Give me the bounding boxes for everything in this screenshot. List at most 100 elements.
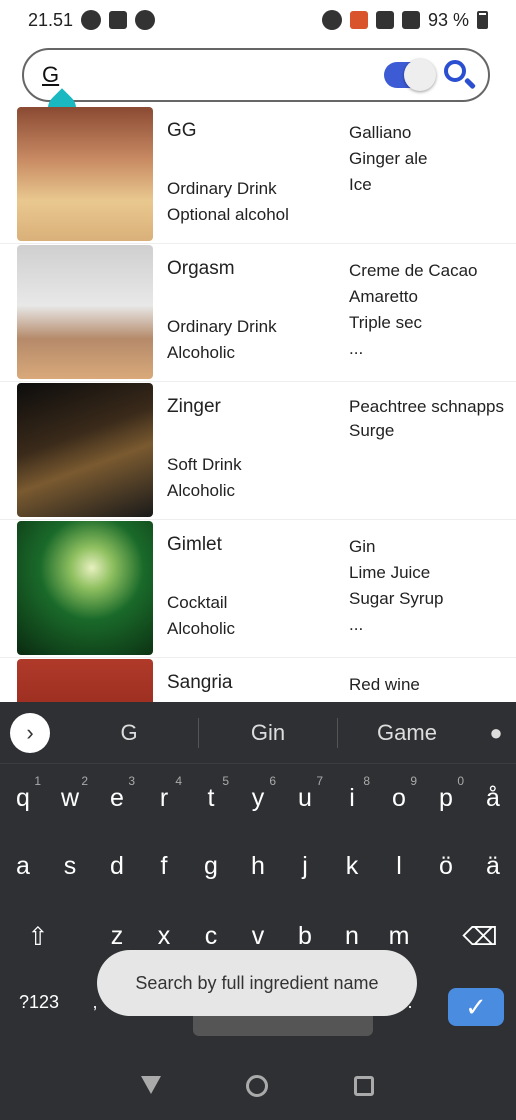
drink-name: Zinger [167,396,221,417]
symbols-key[interactable]: ?123 [14,992,64,1013]
ingredient: Ginger ale [349,149,428,168]
key-u[interactable]: u7 [285,774,325,813]
app-notification-icon [135,10,156,30]
suggestion[interactable]: G [60,720,198,746]
list-item[interactable]: Gimlet Cocktail Alcoholic Gin Lime Juice… [0,520,516,658]
ingredient: ... [349,615,364,634]
search-bar[interactable]: G [22,48,490,102]
search-input[interactable]: G [42,62,384,88]
key-r[interactable]: r4 [144,774,184,813]
suggestion-bar: › G Gin Game ● [0,702,516,764]
battery-icon [477,11,488,29]
key-a[interactable]: a [3,852,43,881]
drink-image [17,383,153,517]
ingredient: Lime Juice [349,563,431,582]
drink-image [17,245,153,379]
drink-alcohol: Optional alcohol [167,205,289,224]
record-icon [81,10,102,30]
search-icon[interactable] [442,58,477,92]
key-v[interactable]: v [238,922,278,951]
chevron-right-icon[interactable]: › [10,712,50,753]
toggle-knob [404,59,436,91]
key-l[interactable]: l [379,852,419,881]
key-y[interactable]: y6 [238,774,278,813]
key-ö[interactable]: ö [426,852,466,881]
key-o[interactable]: o9 [379,774,419,813]
suggestion[interactable]: Gin [199,720,337,746]
drink-ingredients: Peachtree schnapps Surge [349,396,509,444]
key-c[interactable]: c [191,922,231,951]
key-t[interactable]: t5 [191,774,231,813]
key-x[interactable]: x [144,922,184,951]
key-å[interactable]: å [473,784,513,813]
suggestion[interactable]: Game [338,720,476,746]
ingredient: Sugar Syrup [349,589,444,608]
ingredient: Surge [349,421,395,440]
drink-ingredients: Gin Lime Juice Sugar Syrup ... [349,534,509,638]
drink-category: Cocktail [167,593,228,612]
status-time: 21.51 [28,9,74,30]
status-bar: 21.51 93 % [0,0,516,40]
usb-icon [109,11,128,29]
home-icon[interactable] [246,1075,268,1097]
navigation-bar [0,1060,516,1116]
key-i[interactable]: i8 [332,774,372,813]
ingredient: Galliano [349,123,412,142]
key-h[interactable]: h [238,852,278,881]
keyboard: › G Gin Game ● q1w2e3r4t5y6u7i8o9p0å asd… [0,702,516,1120]
ingredient-search-toggle[interactable] [384,59,436,91]
key-p[interactable]: p0 [426,774,466,813]
key-b[interactable]: b [285,922,325,951]
list-item[interactable]: Zinger Soft Drink Alcoholic Peachtree sc… [0,382,516,520]
drink-image [17,107,153,241]
key-j[interactable]: j [285,852,325,881]
ingredient: Peachtree schnapps [349,397,504,416]
drink-alcohol: Alcoholic [167,481,236,500]
signal-icon [401,11,420,29]
back-icon[interactable] [141,1076,161,1094]
enter-key[interactable]: ✓ [448,988,504,1026]
ingredient: Ice [349,175,372,194]
ingredient: Gin [349,537,376,556]
key-w[interactable]: w2 [50,774,90,813]
ingredient: ... [349,339,364,358]
drink-alcohol: Alcoholic [167,343,236,362]
key-z[interactable]: z [97,922,137,951]
drink-image [17,521,153,655]
toast-message: Search by full ingredient name [97,950,417,1016]
drink-ingredients: Creme de Cacao Amaretto Triple sec ... [349,258,509,362]
ingredient: Creme de Cacao [349,261,478,280]
drink-category: Soft Drink [167,455,242,474]
microphone-icon[interactable]: ● [476,720,516,746]
key-m[interactable]: m [379,922,419,951]
drink-ingredients: Galliano Ginger ale Ice [349,120,509,198]
cast-icon [349,11,368,29]
key-q[interactable]: q1 [3,774,43,813]
key-n[interactable]: n [332,922,372,951]
recents-icon[interactable] [354,1076,374,1096]
key-d[interactable]: d [97,852,137,881]
key-ä[interactable]: ä [473,852,513,881]
drink-ingredients: Red wine [349,672,509,698]
key-g[interactable]: g [191,852,231,881]
backspace-icon[interactable]: ⌫ [460,922,500,952]
battery-percent: 93 % [427,9,469,30]
ingredient: Red wine [349,675,420,694]
list-item[interactable]: Orgasm Ordinary Drink Alcoholic Creme de… [0,244,516,382]
drink-alcohol: Alcoholic [167,619,236,638]
shift-icon[interactable]: ⇧ [18,922,58,952]
key-f[interactable]: f [144,852,184,881]
key-s[interactable]: s [50,852,90,881]
drink-name: GG [167,120,197,141]
drink-list: GG Ordinary Drink Optional alcohol Galli… [0,106,516,796]
drink-name: Orgasm [167,258,235,279]
key-k[interactable]: k [332,852,372,881]
key-e[interactable]: e3 [97,774,137,813]
ingredient: Amaretto [349,287,418,306]
volte-icon [375,11,394,29]
ingredient: Triple sec [349,313,423,332]
drink-category: Ordinary Drink [167,179,277,198]
drink-name: Gimlet [167,534,222,555]
alarm-icon [321,10,342,30]
list-item[interactable]: GG Ordinary Drink Optional alcohol Galli… [0,106,516,244]
